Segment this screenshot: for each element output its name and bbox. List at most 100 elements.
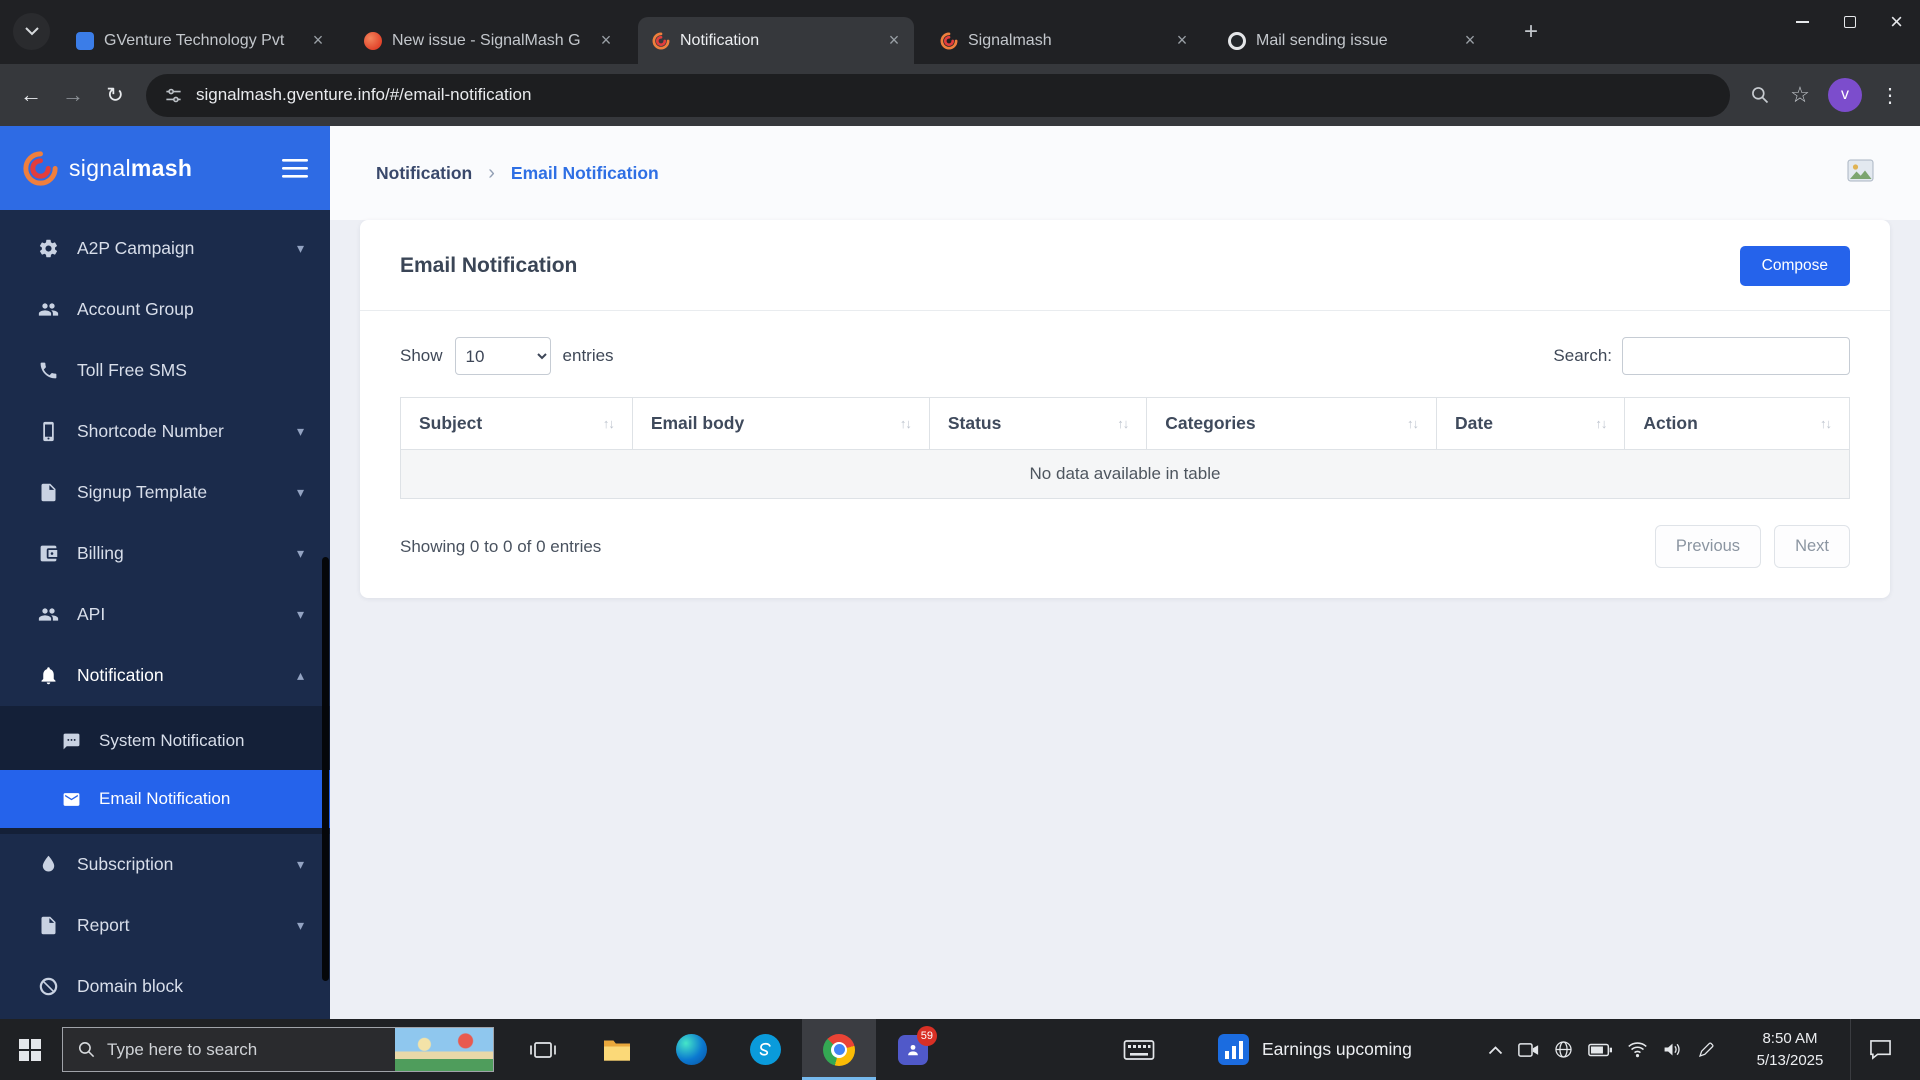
- next-page-button[interactable]: Next: [1774, 525, 1850, 568]
- compose-button[interactable]: Compose: [1740, 246, 1850, 286]
- hamburger-menu-icon[interactable]: [282, 159, 308, 178]
- taskbar-search-box[interactable]: Type here to search: [62, 1027, 494, 1072]
- window-minimize-button[interactable]: [1779, 0, 1826, 44]
- page: signalmash A2P Campaign Account Group To…: [0, 126, 1920, 1019]
- sidebar-scrollbar-thumb[interactable]: [322, 557, 329, 981]
- hidden-icons-chevron-icon[interactable]: [1488, 1045, 1503, 1055]
- back-button[interactable]: ←: [10, 74, 52, 116]
- teams-button[interactable]: 59: [876, 1019, 950, 1080]
- search-input[interactable]: [1622, 337, 1850, 375]
- profile-avatar[interactable]: v: [1828, 78, 1862, 112]
- bookmark-button[interactable]: [1780, 75, 1820, 115]
- search-group: Search:: [1553, 337, 1850, 375]
- action-center-button[interactable]: [1850, 1019, 1910, 1080]
- sidebar-item-label: Shortcode Number: [77, 421, 224, 442]
- battery-icon[interactable]: [1588, 1043, 1612, 1057]
- tab-close-icon[interactable]: [594, 29, 618, 53]
- sidebar-item-domain-block[interactable]: Domain block: [0, 956, 330, 1017]
- header-avatar-image[interactable]: [1847, 159, 1874, 187]
- tab-close-icon[interactable]: [1170, 29, 1194, 53]
- window-restore-button[interactable]: [1826, 0, 1873, 44]
- touch-keyboard-button[interactable]: [1104, 1019, 1174, 1080]
- sidebar-item-notification[interactable]: Notification: [0, 645, 330, 706]
- tab-close-icon[interactable]: [882, 29, 906, 53]
- windows-taskbar: Type here to search 59: [0, 1019, 1920, 1080]
- sidebar-item-report[interactable]: Report: [0, 895, 330, 956]
- browser-menu-button[interactable]: [1870, 75, 1910, 115]
- browser-tab-mail-issue[interactable]: Mail sending issue: [1214, 17, 1490, 64]
- sidebar-item-billing[interactable]: Billing: [0, 523, 330, 584]
- network-globe-icon[interactable]: [1554, 1040, 1573, 1059]
- column-header-subject[interactable]: Subject: [401, 398, 633, 450]
- page-size-select[interactable]: 10: [455, 337, 551, 375]
- chrome-button[interactable]: [802, 1019, 876, 1080]
- search-highlight-image[interactable]: [395, 1028, 493, 1071]
- edge-button[interactable]: [654, 1019, 728, 1080]
- table-container: Subject Email body Status Categories Dat…: [360, 375, 1890, 499]
- card-header: Email Notification Compose: [360, 220, 1890, 310]
- column-header-status[interactable]: Status: [929, 398, 1146, 450]
- forward-button[interactable]: →: [52, 74, 94, 116]
- chevron-down-icon: [297, 484, 304, 501]
- sidebar-item-label: Signup Template: [77, 482, 207, 503]
- browser-tab-gventure[interactable]: GVenture Technology Pvt: [62, 17, 338, 64]
- sidebar-item-shortcode-number[interactable]: Shortcode Number: [0, 401, 330, 462]
- wifi-icon[interactable]: [1627, 1041, 1648, 1058]
- task-view-button[interactable]: [506, 1019, 580, 1080]
- sidebar-item-subscription[interactable]: Subscription: [0, 834, 330, 895]
- empty-table-message: No data available in table: [401, 450, 1850, 499]
- taskbar-search-placeholder: Type here to search: [107, 1040, 257, 1060]
- sidebar-item-account-group[interactable]: Account Group: [0, 279, 330, 340]
- sidebar-item-email-notification[interactable]: Email Notification: [0, 770, 330, 828]
- search-button[interactable]: [1740, 75, 1780, 115]
- tab-close-icon[interactable]: [1458, 29, 1482, 53]
- column-header-categories[interactable]: Categories: [1147, 398, 1437, 450]
- sidebar-item-api[interactable]: API: [0, 584, 330, 645]
- table-header-row: Subject Email body Status Categories Dat…: [401, 398, 1850, 450]
- sidebar-item-label: Subscription: [77, 854, 173, 875]
- sidebar: signalmash A2P Campaign Account Group To…: [0, 126, 330, 1019]
- windows-logo-icon: [19, 1039, 41, 1061]
- news-widget-button[interactable]: Earnings upcoming: [1218, 1019, 1412, 1080]
- gear-icon: [38, 238, 59, 259]
- window-close-button[interactable]: [1873, 0, 1920, 44]
- meet-now-icon[interactable]: [1518, 1042, 1539, 1058]
- tab-close-icon[interactable]: [306, 29, 330, 53]
- file-explorer-button[interactable]: [580, 1019, 654, 1080]
- content-area: Email Notification Compose Show 10 entri…: [330, 220, 1920, 1019]
- tab-search-button[interactable]: [13, 13, 50, 50]
- skype-button[interactable]: [728, 1019, 802, 1080]
- start-button[interactable]: [0, 1019, 60, 1080]
- volume-icon[interactable]: [1663, 1041, 1682, 1058]
- signalmash-favicon: [940, 32, 958, 50]
- tab-title: GVenture Technology Pvt: [104, 32, 306, 50]
- previous-page-button[interactable]: Previous: [1655, 525, 1761, 568]
- mobile-icon: [38, 421, 59, 442]
- new-tab-button[interactable]: [1515, 16, 1547, 48]
- notification-submenu: System Notification Email Notification: [0, 706, 330, 834]
- browser-tab-new-issue[interactable]: New issue - SignalMash G: [350, 17, 626, 64]
- main-area: Notification Email Notification Email No…: [330, 126, 1920, 1019]
- sidebar-item-a2p-campaign[interactable]: A2P Campaign: [0, 218, 330, 279]
- column-label: Subject: [419, 413, 482, 434]
- column-header-email-body[interactable]: Email body: [632, 398, 929, 450]
- column-header-date[interactable]: Date: [1437, 398, 1625, 450]
- taskbar-clock[interactable]: 8:50 AM 5/13/2025: [1742, 1019, 1838, 1080]
- sidebar-item-system-notification[interactable]: System Notification: [0, 712, 330, 770]
- sidebar-item-label: Toll Free SMS: [77, 360, 187, 381]
- browser-tab-signalmash[interactable]: Signalmash: [926, 17, 1202, 64]
- file-icon: [38, 482, 59, 503]
- pen-icon[interactable]: [1697, 1041, 1715, 1059]
- site-settings-icon[interactable]: [164, 86, 183, 105]
- sidebar-item-signup-template[interactable]: Signup Template: [0, 462, 330, 523]
- breadcrumb-parent-link[interactable]: Notification: [376, 163, 472, 184]
- column-label: Categories: [1165, 413, 1255, 434]
- sidebar-item-toll-free-sms[interactable]: Toll Free SMS: [0, 340, 330, 401]
- table-footer: Showing 0 to 0 of 0 entries Previous Nex…: [360, 499, 1890, 568]
- browser-tab-notification[interactable]: Notification: [638, 17, 914, 64]
- column-header-action[interactable]: Action: [1625, 398, 1850, 450]
- envelope-icon: [62, 790, 81, 809]
- table-controls: Show 10 entries Search:: [360, 311, 1890, 375]
- reload-button[interactable]: [94, 74, 136, 116]
- address-bar[interactable]: signalmash.gventure.info/#/email-notific…: [146, 74, 1730, 117]
